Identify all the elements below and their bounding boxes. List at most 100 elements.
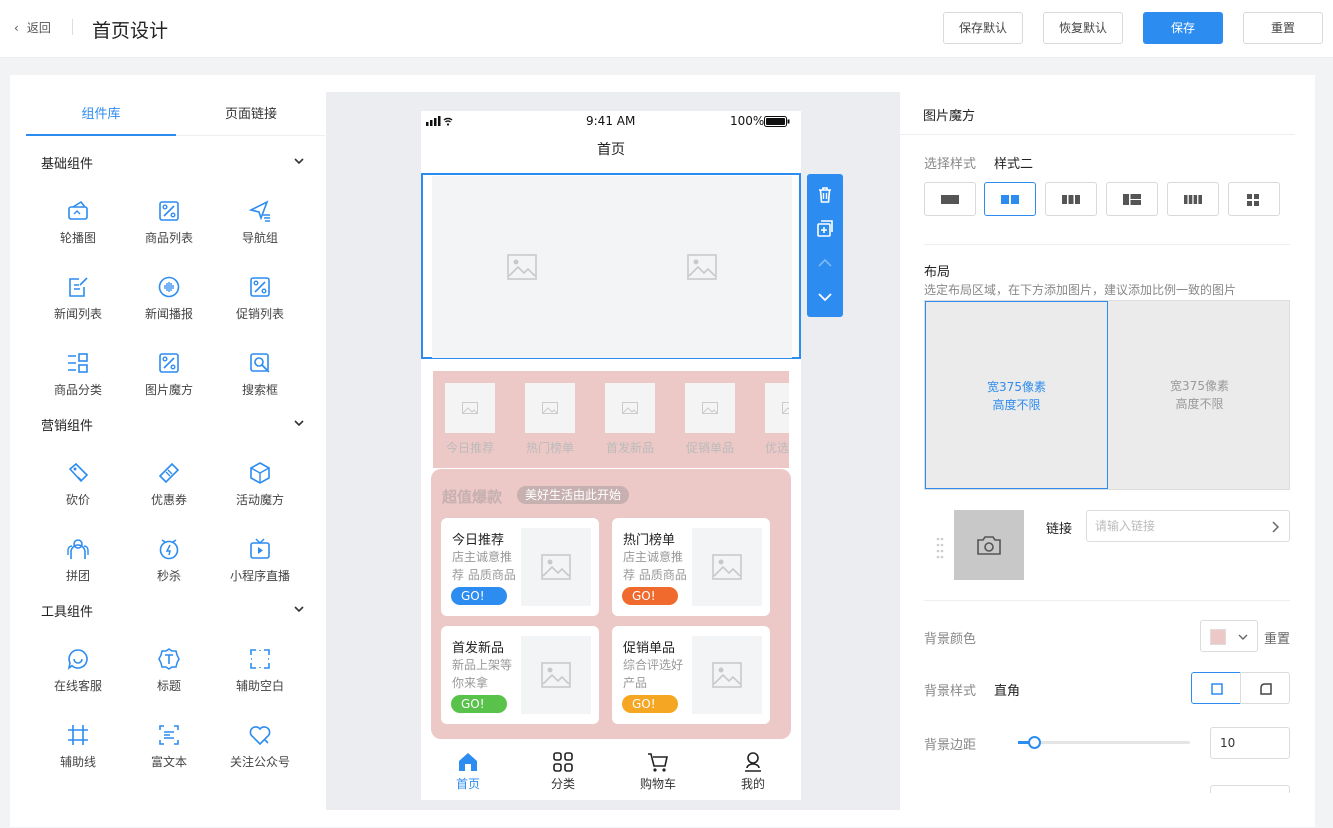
layout-cell[interactable]: 宽375像素 高度不限 [1108, 301, 1291, 489]
back-button[interactable]: ‹ 返回 [14, 19, 51, 36]
image-placeholder-icon [462, 402, 478, 414]
layout-one-icon [941, 195, 959, 204]
round-corner-icon [1260, 683, 1272, 695]
battery-percent: 100% [730, 114, 765, 128]
component-title[interactable]: 标题 [129, 647, 209, 694]
layout-label: 布局 [924, 265, 951, 280]
component-label: 商品分类 [53, 383, 102, 397]
tab-page-links[interactable]: 页面链接 [176, 103, 326, 122]
bg-color-picker[interactable] [1200, 620, 1258, 652]
bg-margin-slider[interactable] [1018, 736, 1190, 749]
component-goods-list[interactable]: 商品列表 [129, 199, 209, 246]
layout-hint: 选定布局区域，在下方添加图片，建议添加比例一致的图片 [924, 283, 1237, 297]
tabbar-item-mine[interactable]: 我的 [723, 751, 783, 792]
blank-frame-icon [250, 649, 270, 669]
block-toolbar [807, 174, 843, 317]
style-option-3[interactable] [1045, 182, 1097, 216]
component-guide-line[interactable]: 辅助线 [38, 723, 118, 770]
category-icon [68, 353, 88, 373]
rich-text-icon [159, 725, 179, 745]
save-default-button[interactable]: 保存默认 [943, 12, 1023, 44]
style-option-2[interactable] [984, 182, 1036, 216]
component-group-buy[interactable]: 拼团 [38, 537, 118, 584]
cell-width: 宽375像素 [1170, 379, 1229, 393]
title-badge-icon [158, 648, 180, 670]
promo-block[interactable]: 超值爆款 美好生活由此开始 今日推荐 店主诚意推荐 品质商品 GO! 热门榜单 … [431, 469, 791, 739]
tab-component-library[interactable]: 组件库 [26, 103, 176, 122]
component-label: 拼团 [65, 569, 90, 583]
move-up-icon[interactable] [816, 254, 834, 272]
reset-button[interactable]: 重置 [1243, 12, 1323, 44]
component-rich-text[interactable]: 富文本 [129, 723, 209, 770]
bg-style-round-button[interactable] [1240, 672, 1290, 704]
style-option-1[interactable] [924, 182, 976, 216]
home-icon [459, 753, 477, 771]
promo-card-image [692, 636, 762, 714]
style-option-6[interactable] [1228, 182, 1280, 216]
promo-card-desc: 店主诚意推荐 品质商品 [452, 550, 516, 582]
component-flash-sale[interactable]: 秒杀 [129, 537, 209, 584]
component-news-list[interactable]: 新闻列表 [38, 275, 118, 322]
promo-card-title: 促销单品 [623, 641, 676, 656]
style-option-4[interactable] [1106, 182, 1158, 216]
component-follow-official[interactable]: 关注公众号 [220, 723, 300, 770]
component-coupon[interactable]: 优惠券 [129, 461, 209, 508]
back-label: 返回 [26, 21, 51, 35]
tabbar-item-category[interactable]: 分类 [533, 751, 593, 792]
link-input[interactable]: 请输入链接 [1086, 510, 1290, 542]
bg-color-reset[interactable]: 重置 [1264, 628, 1290, 647]
component-carousel[interactable]: 轮播图 [38, 199, 118, 246]
component-label: 促销列表 [235, 307, 284, 321]
chevron-down-icon[interactable] [293, 603, 305, 615]
panel-divider [900, 134, 1295, 135]
promo-card-title: 首发新品 [452, 641, 505, 656]
component-goods-category[interactable]: 商品分类 [38, 351, 118, 398]
image-upload[interactable] [954, 510, 1024, 580]
component-news-broadcast[interactable]: 新闻播报 [129, 275, 209, 322]
copy-icon[interactable] [816, 220, 834, 238]
component-bargain[interactable]: 砍价 [38, 461, 118, 508]
nav-group-block[interactable]: 今日推荐 热门榜单 首发新品 促销单品 优选 [433, 371, 789, 468]
promo-card: 首发新品 新品上架等你来拿 GO! [441, 626, 599, 724]
phone-preview: 9:41 AM 100% 首页 今日推荐 热门榜单 首发新品 促销单品 优选 超… [421, 111, 801, 800]
group-title-marketing[interactable]: 营销组件 [41, 415, 93, 434]
chevron-down-icon[interactable] [293, 155, 305, 167]
component-online-service[interactable]: 在线客服 [38, 647, 118, 694]
group-title-tools[interactable]: 工具组件 [41, 601, 93, 620]
group-title-basic[interactable]: 基础组件 [41, 153, 93, 172]
restore-default-button[interactable]: 恢复默认 [1043, 12, 1123, 44]
cart-icon [648, 753, 668, 772]
component-live[interactable]: 小程序直播 [220, 537, 300, 584]
panel-heading: 图片魔方 [923, 109, 976, 124]
carousel-icon [68, 200, 88, 220]
bg-margin-input[interactable]: 10 [1210, 727, 1290, 759]
divider [924, 600, 1290, 601]
component-promo-list[interactable]: 促销列表 [220, 275, 300, 322]
image-cube-block-selected[interactable] [421, 173, 801, 359]
chevron-down-icon[interactable] [293, 417, 305, 429]
slider-knob[interactable] [1028, 736, 1041, 749]
tabbar-item-home[interactable]: 首页 [438, 751, 498, 792]
component-activity-cube[interactable]: 活动魔方 [220, 461, 300, 508]
component-search-box[interactable]: 搜索框 [220, 351, 300, 398]
component-label: 商品列表 [144, 231, 193, 245]
tabbar-item-cart[interactable]: 购物车 [628, 751, 688, 792]
drag-handle-icon[interactable] [936, 537, 944, 559]
component-image-cube[interactable]: 图片魔方 [129, 351, 209, 398]
save-button[interactable]: 保存 [1143, 12, 1223, 44]
nav-item-label: 促销单品 [685, 441, 734, 455]
phone-tabbar: 首页 分类 购物车 我的 [421, 751, 801, 800]
properties-panel: 图片魔方 选择样式 样式二 布局 选定布局区域，在下方添加图片，建议添加比例一致… [900, 75, 1315, 827]
component-label: 优惠券 [150, 493, 187, 507]
layout-three-icon [1062, 195, 1080, 204]
layout-cell-selected[interactable]: 宽375像素 高度不限 [925, 301, 1108, 489]
component-label: 秒杀 [156, 569, 181, 583]
delete-icon[interactable] [816, 186, 834, 204]
component-blank[interactable]: 辅助空白 [220, 647, 300, 694]
style-option-5[interactable] [1167, 182, 1219, 216]
component-nav-group[interactable]: 导航组 [220, 199, 300, 246]
move-down-icon[interactable] [816, 288, 834, 306]
next-field-input[interactable] [1210, 785, 1290, 793]
bg-style-square-button[interactable] [1191, 672, 1241, 704]
phone-page-title: 首页 [597, 142, 625, 158]
